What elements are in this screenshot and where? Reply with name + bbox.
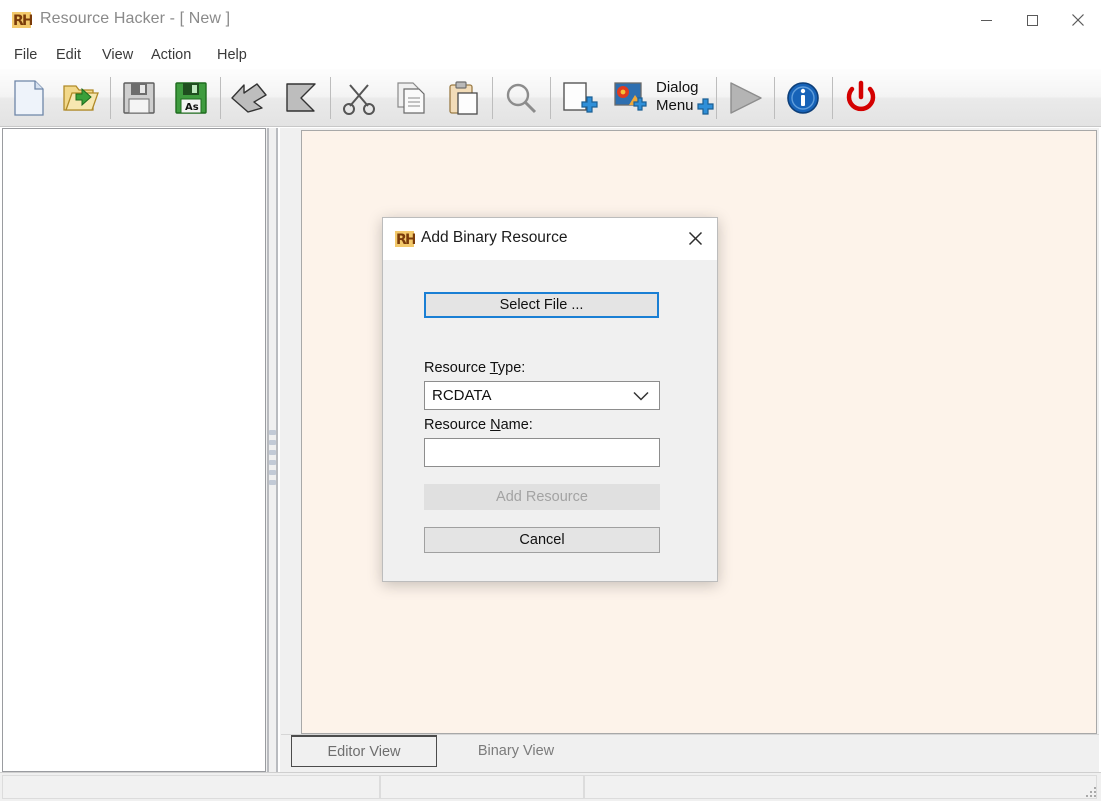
cut-scissors-icon xyxy=(343,84,375,115)
dialog-label: Dialog xyxy=(656,79,699,96)
toolbar-add-image-button[interactable] xyxy=(606,73,656,123)
open-file-icon xyxy=(63,85,99,111)
splitter-grip-icon[interactable] xyxy=(269,430,276,490)
toolbar: As Dialog Menu xyxy=(0,69,1101,127)
tab-editor-view-label: Editor View xyxy=(327,743,401,760)
rh-logo-icon: R H xyxy=(12,12,32,29)
toolbar-add-dialog-menu-button[interactable]: Dialog Menu xyxy=(656,73,720,123)
minimize-button[interactable] xyxy=(963,0,1009,40)
dialog-title-bar: R H Add Binary Resource xyxy=(383,218,717,260)
menu-item-view[interactable]: View xyxy=(96,45,139,65)
new-file-icon xyxy=(14,80,44,116)
menu-bar: File Edit View Action Help xyxy=(0,42,1101,68)
menu-item-help[interactable]: Help xyxy=(211,45,253,65)
title-bar: R H Resource Hacker - [ New ] xyxy=(0,0,1101,40)
resource-name-label-accel: N xyxy=(490,417,501,433)
toolbar-paste-button[interactable] xyxy=(438,73,488,123)
dialog-close-button[interactable] xyxy=(675,220,715,256)
toolbar-save-button[interactable] xyxy=(114,73,164,123)
toolbar-save-as-button[interactable]: As xyxy=(166,73,216,123)
toolbar-compile-button[interactable] xyxy=(720,73,770,123)
resource-type-label: Resource Type: xyxy=(424,360,525,376)
search-magnifier-icon xyxy=(506,83,537,114)
menu-item-file[interactable]: File xyxy=(8,45,43,65)
resource-name-label: Resource Name: xyxy=(424,417,533,433)
toolbar-redo-button[interactable] xyxy=(276,73,326,123)
toolbar-separator xyxy=(774,77,775,119)
dialog-title: Add Binary Resource xyxy=(421,229,568,246)
plus-badge-icon xyxy=(697,98,714,115)
resource-type-combobox[interactable]: RCDATA xyxy=(424,381,660,410)
tab-editor-view[interactable]: Editor View xyxy=(291,735,437,767)
tab-binary-view-label: Binary View xyxy=(477,743,555,759)
rh-logo-icon: R H xyxy=(395,231,415,248)
resource-name-label-post: ame: xyxy=(500,417,533,433)
add-resource-label: Add Resource xyxy=(496,489,588,505)
toolbar-find-button[interactable] xyxy=(496,73,546,123)
cancel-button[interactable]: Cancel xyxy=(424,527,660,553)
resource-type-label-accel: T xyxy=(489,360,498,376)
resource-type-label-post: ype: xyxy=(497,360,526,376)
tab-binary-view[interactable]: Binary View xyxy=(445,735,587,767)
maximize-button[interactable] xyxy=(1009,0,1055,40)
add-image-resource-icon xyxy=(614,82,647,111)
add-binary-resource-dialog: R H Add Binary Resource Select File ... … xyxy=(382,217,718,582)
resource-type-value: RCDATA xyxy=(432,387,492,404)
toolbar-undo-button[interactable] xyxy=(224,73,274,123)
toolbar-separator xyxy=(220,77,221,119)
exit-power-icon xyxy=(846,80,876,112)
toolbar-separator xyxy=(832,77,833,119)
close-icon xyxy=(688,231,702,245)
resize-grip-icon[interactable] xyxy=(1084,785,1098,799)
menu-item-action[interactable]: Action xyxy=(145,45,197,65)
toolbar-separator xyxy=(550,77,551,119)
application-window: R H Resource Hacker - [ New ] File Edit … xyxy=(0,0,1101,801)
resource-name-label-pre: Resource xyxy=(424,417,491,433)
save-as-icon: As xyxy=(175,82,207,114)
svg-text:H: H xyxy=(405,232,415,248)
resource-type-label-pre: Resource xyxy=(424,360,490,376)
copy-icon xyxy=(397,82,425,114)
window-title: Resource Hacker - [ New ] xyxy=(40,10,231,27)
toolbar-exit-button[interactable] xyxy=(836,73,886,123)
toolbar-new-button[interactable] xyxy=(4,73,54,123)
status-bar xyxy=(0,772,1101,801)
toolbar-copy-button[interactable] xyxy=(386,73,436,123)
window-controls xyxy=(963,0,1101,40)
add-dialog-menu-icon: Dialog Menu xyxy=(656,73,720,123)
splitter-edge-right xyxy=(276,128,278,772)
status-panel-1 xyxy=(2,775,380,799)
toolbar-cut-button[interactable] xyxy=(334,73,384,123)
toolbar-add-binary-button[interactable] xyxy=(554,73,604,123)
toolbar-separator xyxy=(716,77,717,119)
paste-clipboard-icon xyxy=(449,81,478,115)
info-icon xyxy=(787,82,819,114)
redo-arrow-icon xyxy=(286,83,316,112)
status-panel-2 xyxy=(380,775,584,799)
add-resource-button[interactable]: Add Resource xyxy=(424,484,660,510)
save-icon xyxy=(123,82,155,114)
status-panel-3 xyxy=(584,775,1097,799)
undo-arrow-icon xyxy=(231,83,267,113)
toolbar-about-button[interactable] xyxy=(778,73,828,123)
svg-text:H: H xyxy=(22,13,32,29)
select-file-label: Select File ... xyxy=(499,297,584,313)
view-tab-strip: Editor View Binary View xyxy=(281,734,1099,771)
resource-tree-panel[interactable] xyxy=(2,128,266,772)
close-button[interactable] xyxy=(1055,0,1101,40)
menu-item-edit[interactable]: Edit xyxy=(50,45,87,65)
toolbar-separator xyxy=(492,77,493,119)
svg-text:As: As xyxy=(185,102,199,113)
toolbar-open-button[interactable] xyxy=(56,73,106,123)
toolbar-separator xyxy=(330,77,331,119)
add-binary-resource-icon xyxy=(563,82,598,113)
resource-name-input[interactable] xyxy=(424,438,660,467)
select-file-button[interactable]: Select File ... xyxy=(424,292,659,318)
chevron-down-icon xyxy=(633,391,649,401)
cancel-label: Cancel xyxy=(519,532,565,548)
compile-play-icon xyxy=(730,82,762,114)
toolbar-separator xyxy=(110,77,111,119)
